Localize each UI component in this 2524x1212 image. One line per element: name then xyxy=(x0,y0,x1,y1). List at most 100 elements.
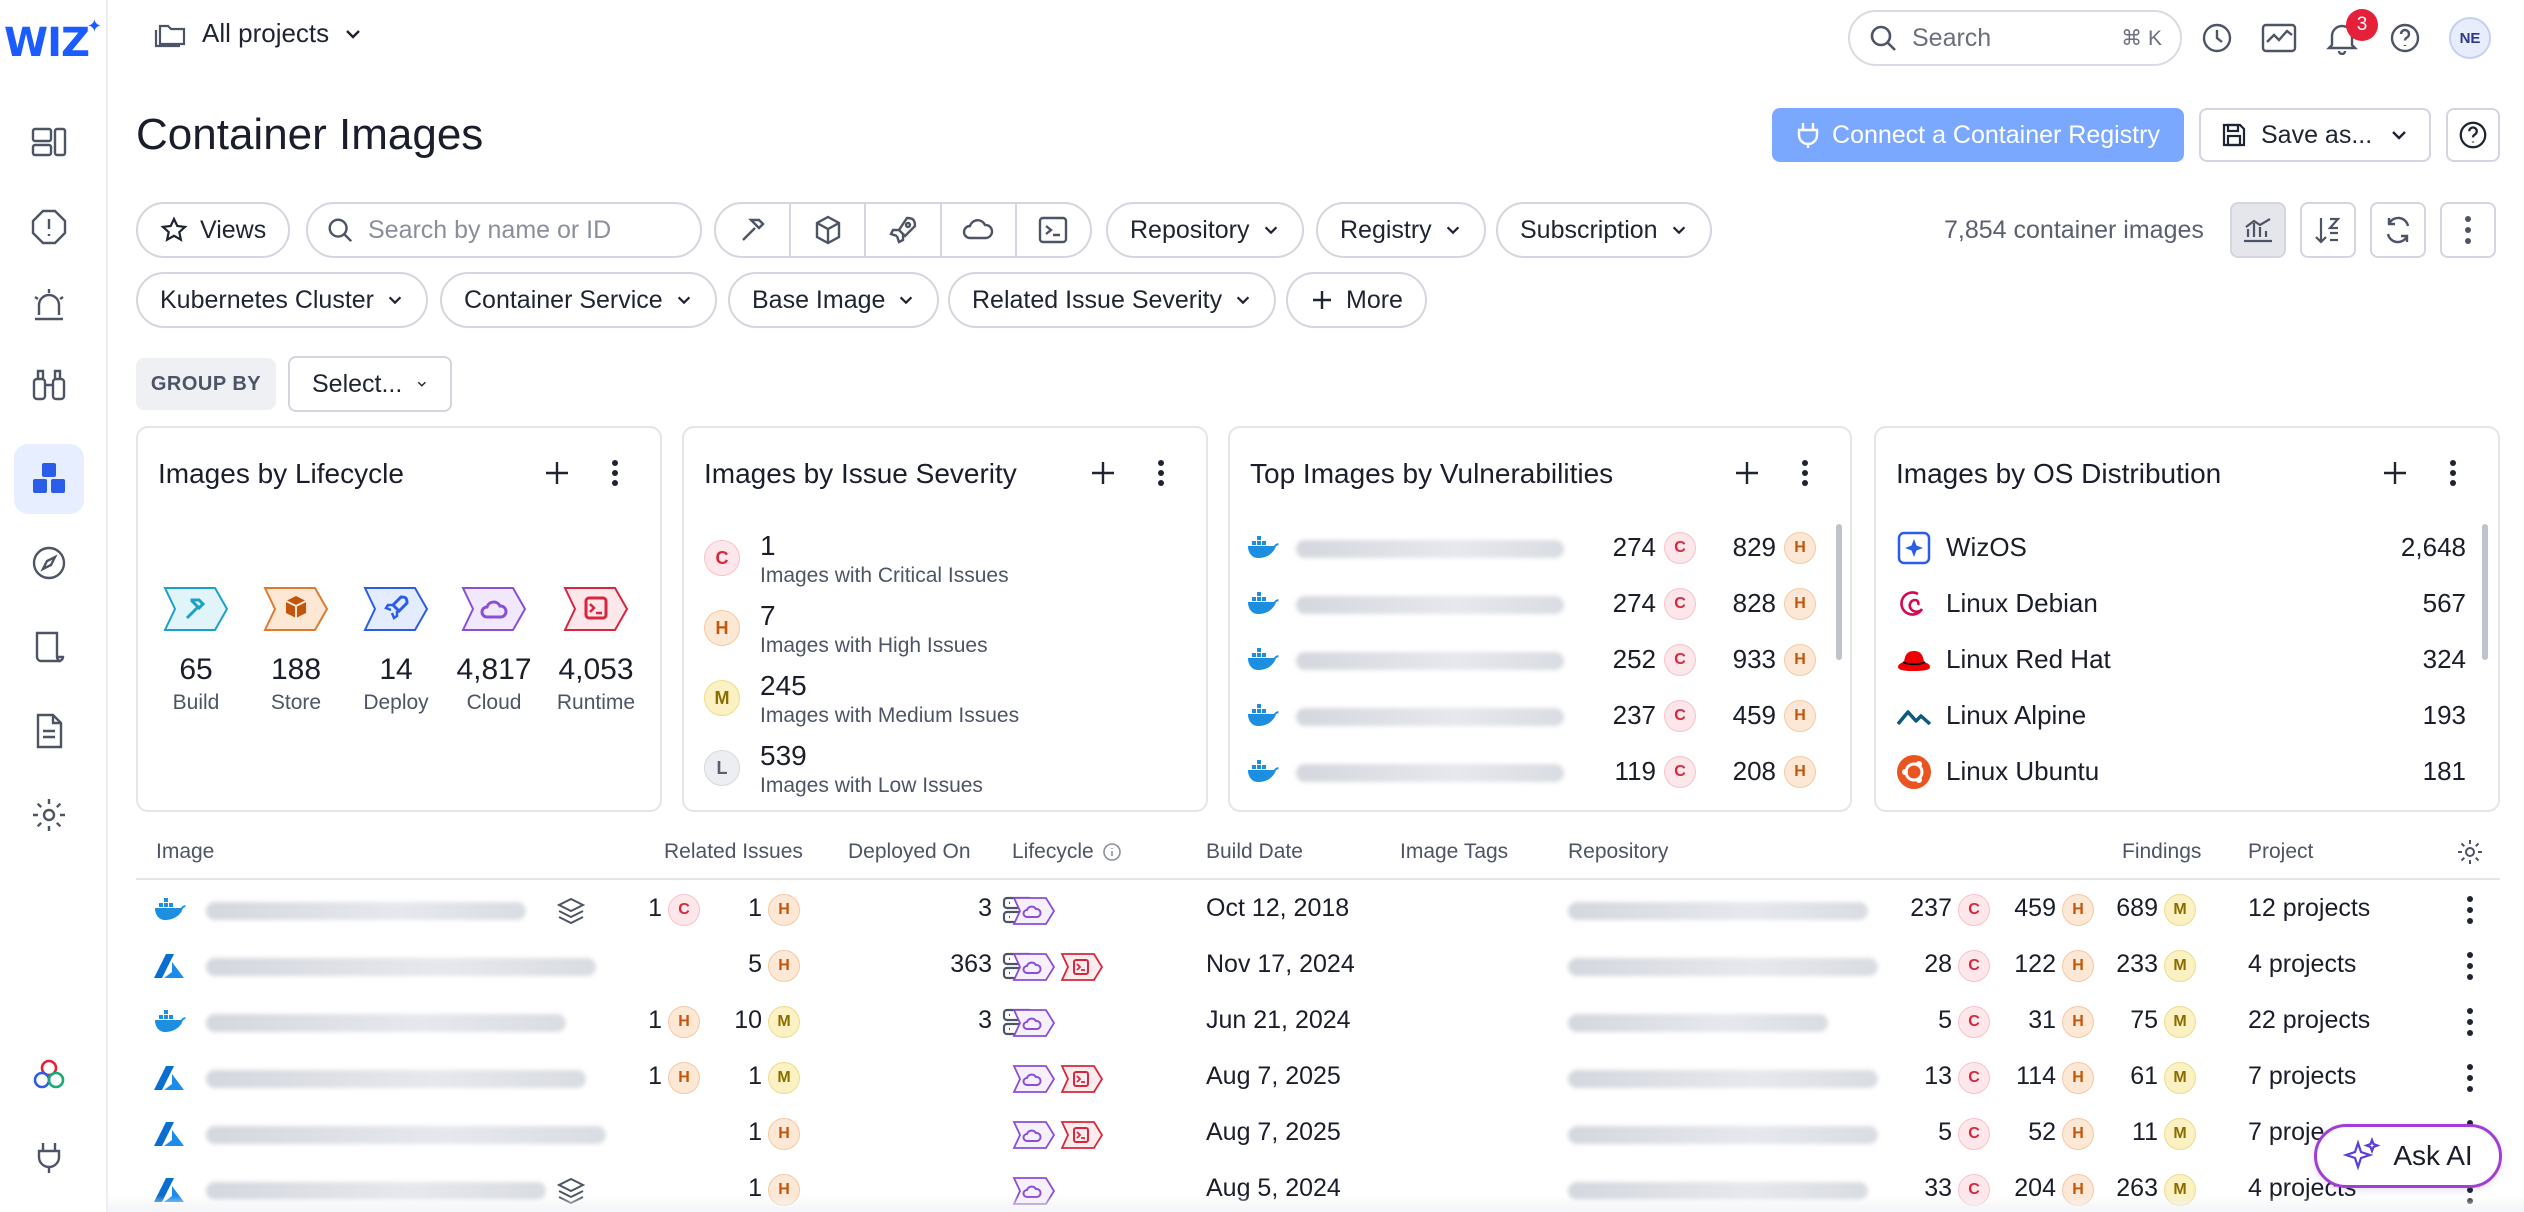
top-vuln-image-row[interactable]: 252 C 933 H xyxy=(1246,640,1816,680)
add-widget-plus-icon[interactable] xyxy=(542,458,572,488)
global-search-input[interactable]: Search ⌘ K xyxy=(1848,10,2182,66)
registry-filter[interactable]: Registry xyxy=(1316,202,1486,258)
critical-severity-chip: C xyxy=(1958,894,1990,926)
column-header-image-tags[interactable]: Image Tags xyxy=(1400,840,1508,864)
high-findings-count: 459 xyxy=(1732,700,1776,730)
add-widget-plus-icon[interactable] xyxy=(1088,458,1118,488)
layers-icon[interactable] xyxy=(556,896,586,926)
related-issue-severity-filter[interactable]: Related Issue Severity xyxy=(948,272,1277,328)
kebab-menu-icon[interactable] xyxy=(2438,458,2468,488)
table-row[interactable]: 1 H 1 M Aug 7, 2025 13 C 114 H 61 M 7 projects xyxy=(136,1050,2500,1106)
save-as-button[interactable]: Save as... xyxy=(2199,108,2431,162)
top-vuln-image-row[interactable]: 119 C 208 H xyxy=(1246,752,1816,792)
help-question-icon[interactable] xyxy=(2385,18,2425,58)
connectors-plug-icon[interactable] xyxy=(14,1122,84,1192)
history-clock-icon[interactable] xyxy=(2197,18,2237,58)
column-header-image[interactable]: Image xyxy=(156,840,214,864)
lifecycle-filter-deploy[interactable] xyxy=(866,204,942,256)
related-issues-count: 1 xyxy=(748,1062,762,1090)
row-kebab-menu-icon[interactable] xyxy=(2466,1007,2474,1037)
settings-gear-icon[interactable] xyxy=(14,780,84,850)
more-options-button[interactable] xyxy=(2440,202,2496,258)
inventory-containers-icon[interactable] xyxy=(14,444,84,514)
table-row[interactable]: 1 H Aug 7, 2025 5 C 52 H 11 M 7 proje xyxy=(136,1106,2500,1162)
os-row-debian[interactable]: Linux Debian 567 xyxy=(1896,584,2466,624)
widget-scrollbar[interactable] xyxy=(1836,524,1842,660)
os-row-alpine[interactable]: Linux Alpine 193 xyxy=(1896,696,2466,736)
lifecycle-cloud[interactable]: 4,817 Cloud xyxy=(454,584,534,715)
table-row[interactable]: 5 H 363 Nov 17, 2024 28 C 122 H 233 M 4 projects xyxy=(136,938,2500,994)
column-header-build-date[interactable]: Build Date xyxy=(1206,840,1303,864)
lifecycle-filter-store[interactable] xyxy=(791,204,867,256)
more-filters-button[interactable]: More xyxy=(1286,272,1427,328)
ask-ai-button[interactable]: Ask AI xyxy=(2314,1124,2502,1188)
integrations-circles-icon[interactable] xyxy=(14,1040,84,1110)
search-by-name-input[interactable]: Search by name or ID xyxy=(306,202,702,258)
reports-document-icon[interactable] xyxy=(14,696,84,766)
top-vuln-image-row[interactable]: 274 C 828 H xyxy=(1246,584,1816,624)
project-count[interactable]: 7 proje xyxy=(2248,1118,2324,1147)
add-widget-plus-icon[interactable] xyxy=(2380,458,2410,488)
table-row[interactable]: 1 H 10 M 3 Jun 21, 2024 5 C 31 H 75 M 22 projects xyxy=(136,994,2500,1050)
lifecycle-store[interactable]: 188 Store xyxy=(256,584,336,715)
base-image-filter[interactable]: Base Image xyxy=(728,272,940,328)
azure-icon xyxy=(154,1066,184,1090)
lifecycle-build[interactable]: 65 Build xyxy=(156,584,236,715)
column-header-deployed-on[interactable]: Deployed On xyxy=(848,840,971,864)
table-row[interactable]: 1 C 1 H 3 Oct 12, 2018 237 C 459 H 689 M 12 projects xyxy=(136,882,2500,938)
column-header-lifecycle[interactable]: Lifecycle xyxy=(1012,840,1122,864)
sort-button[interactable] xyxy=(2300,202,2356,258)
top-vuln-image-row[interactable]: 274 C 829 H xyxy=(1246,528,1816,568)
issues-nav-icon[interactable] xyxy=(14,192,84,262)
os-row-redhat[interactable]: Linux Red Hat 324 xyxy=(1896,640,2466,680)
explorer-binoculars-icon[interactable] xyxy=(14,350,84,420)
kebab-menu-icon[interactable] xyxy=(1790,458,1820,488)
chevron-down-icon xyxy=(1446,226,1459,235)
lifecycle-filter-cloud[interactable] xyxy=(942,204,1017,256)
top-vuln-image-row[interactable]: 237 C 459 H xyxy=(1246,696,1816,736)
row-kebab-menu-icon[interactable] xyxy=(2466,951,2474,981)
kebab-menu-icon[interactable] xyxy=(600,458,630,488)
kebab-menu-icon[interactable] xyxy=(1146,458,1176,488)
user-avatar[interactable]: NE xyxy=(2449,17,2491,59)
lifecycle-filter-runtime[interactable] xyxy=(1017,204,1090,256)
views-button[interactable]: Views xyxy=(136,202,291,258)
row-kebab-menu-icon[interactable] xyxy=(2466,895,2474,925)
widget-scrollbar[interactable] xyxy=(2482,524,2488,660)
add-widget-plus-icon[interactable] xyxy=(1732,458,1762,488)
project-count[interactable]: 7 projects xyxy=(2248,1062,2356,1091)
lifecycle-deploy[interactable]: 14 Deploy xyxy=(356,584,436,715)
page-help-button[interactable] xyxy=(2446,108,2500,162)
kubernetes-cluster-filter[interactable]: Kubernetes Cluster xyxy=(136,272,429,328)
column-header-project[interactable]: Project xyxy=(2248,840,2313,864)
project-count[interactable]: 4 projects xyxy=(2248,950,2356,979)
project-selector[interactable]: All projects xyxy=(154,18,363,49)
repository-filter[interactable]: Repository xyxy=(1106,202,1304,258)
column-header-related-issues[interactable]: Related Issues xyxy=(664,840,803,864)
lifecycle-filter-build[interactable] xyxy=(716,204,792,256)
connect-registry-button[interactable]: Connect a Container Registry xyxy=(1772,108,2184,162)
debian-swirl-icon xyxy=(1900,591,1924,616)
column-header-findings[interactable]: Findings xyxy=(2122,840,2201,864)
os-row-ubuntu[interactable]: Linux Ubuntu 181 xyxy=(1896,752,2466,792)
compass-icon[interactable] xyxy=(14,528,84,598)
row-kebab-menu-icon[interactable] xyxy=(2466,1063,2474,1093)
toggle-widgets-button[interactable] xyxy=(2230,202,2286,258)
high-findings-count: 31 xyxy=(2028,1006,2056,1034)
os-row-wizos[interactable]: WizOS 2,648 xyxy=(1896,528,2466,568)
activity-monitor-icon[interactable] xyxy=(2259,18,2299,58)
column-settings-gear-icon[interactable] xyxy=(2456,838,2484,866)
policies-scroll-icon[interactable] xyxy=(14,612,84,682)
project-count[interactable]: 22 projects xyxy=(2248,1006,2370,1035)
subscription-filter[interactable]: Subscription xyxy=(1496,202,1712,258)
lifecycle-runtime[interactable]: 4,053 Runtime xyxy=(556,584,636,715)
dashboard-nav-icon[interactable] xyxy=(14,106,84,176)
info-icon[interactable] xyxy=(1102,842,1122,862)
refresh-button[interactable] xyxy=(2370,202,2426,258)
threats-nav-icon[interactable] xyxy=(14,270,84,340)
column-header-repository[interactable]: Repository xyxy=(1568,840,1668,864)
wiz-logo[interactable]: WIZ ✦ xyxy=(4,16,102,66)
group-by-select[interactable]: Select... xyxy=(288,356,452,412)
container-service-filter[interactable]: Container Service xyxy=(440,272,717,328)
project-count[interactable]: 12 projects xyxy=(2248,894,2370,923)
